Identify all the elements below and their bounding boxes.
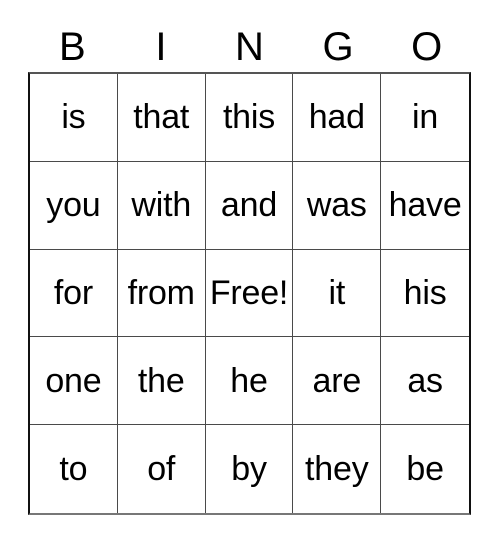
bingo-cell-label: is [61,98,86,137]
bingo-cell-label: have [388,186,462,225]
bingo-cell-label: you [46,186,101,225]
bingo-cell-label: for [53,273,93,312]
bingo-cell[interactable]: with [117,161,206,250]
bingo-cell[interactable]: that [117,74,206,162]
bingo-cell-label: it [328,273,346,312]
bingo-cell[interactable]: this [205,74,294,162]
bingo-card: B I N G O is that this had in you with a… [0,0,500,544]
bingo-cell-label: was [306,186,367,225]
bingo-cell[interactable]: to [30,425,118,513]
bingo-cell-label: his [403,273,447,312]
bingo-cell-label: he [230,361,268,400]
bingo-cell[interactable]: his [381,249,469,338]
bingo-cell[interactable]: was [293,161,382,250]
header-letter-g: G [322,25,354,69]
bingo-cell-label: by [231,450,267,489]
header-letter-o: O [411,25,443,69]
header-letter-i: I [155,25,167,69]
bingo-cell-label: from [127,273,195,312]
bingo-cell-label: that [133,98,190,137]
bingo-cell[interactable]: are [293,337,382,426]
bingo-cell[interactable]: he [205,337,294,426]
bingo-cell[interactable]: they [293,425,382,513]
bingo-cell[interactable]: of [117,425,206,513]
bingo-cell[interactable]: in [381,74,469,162]
bingo-cell[interactable]: by [205,425,294,513]
bingo-cell-label: of [147,450,176,489]
bingo-free-label: Free! [209,273,289,312]
bingo-cell[interactable]: be [381,425,469,513]
bingo-cell[interactable]: it [293,249,382,338]
bingo-cell[interactable]: is [30,74,118,162]
bingo-cell-label: with [131,186,192,225]
bingo-cell-label: to [59,450,88,489]
bingo-grid: is that this had in you with and was hav… [28,72,471,515]
bingo-cell[interactable]: and [205,161,294,250]
bingo-cell-label: be [406,450,444,489]
bingo-cell-label: one [45,361,102,400]
bingo-cell[interactable]: one [30,337,118,426]
bingo-cell[interactable]: the [117,337,206,426]
bingo-cell-label: as [407,361,443,400]
bingo-cell[interactable]: from [117,249,206,338]
header-letter-n: N [235,25,264,69]
bingo-cell[interactable]: you [30,161,118,250]
bingo-header: B I N G O [28,22,471,72]
bingo-cell-label: this [222,98,276,137]
bingo-cell-label: and [220,186,278,225]
bingo-cell-label: are [312,361,362,400]
bingo-cell[interactable]: had [293,74,382,162]
bingo-free-cell[interactable]: Free! [205,249,294,338]
bingo-cell-label: they [305,450,369,489]
bingo-cell[interactable]: as [381,337,469,426]
bingo-cell[interactable]: have [381,161,469,250]
bingo-cell-label: had [308,98,365,137]
header-letter-b: B [58,25,86,69]
bingo-cell[interactable]: for [30,249,118,338]
bingo-cell-label: in [412,98,439,137]
bingo-cell-label: the [137,361,185,400]
